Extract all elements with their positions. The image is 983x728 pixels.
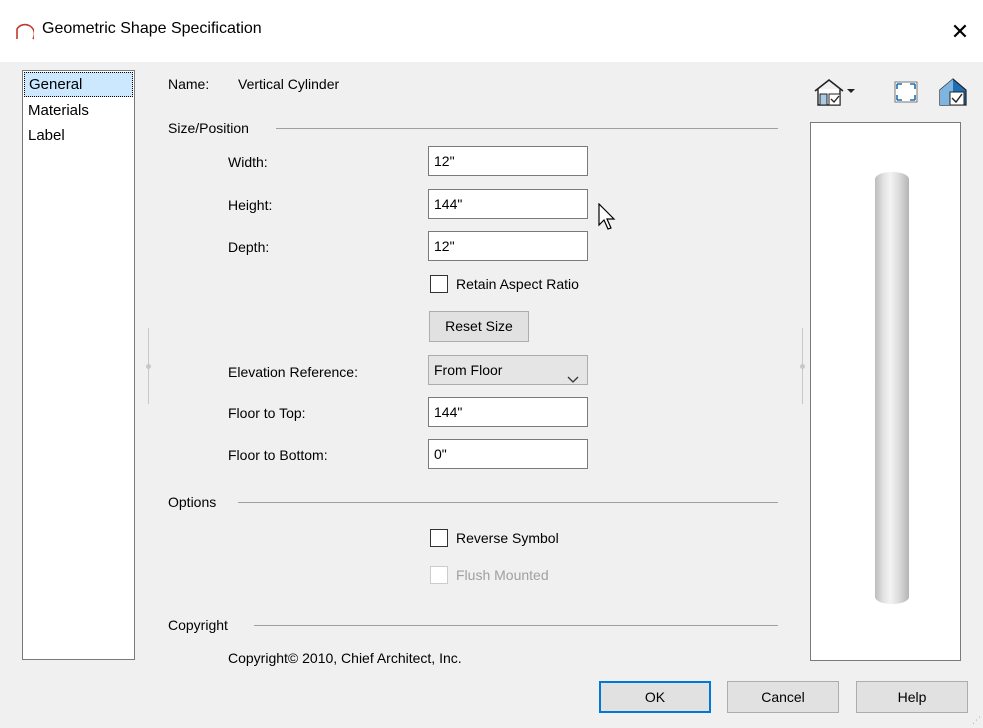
page-item-label[interactable]: Label <box>23 123 134 148</box>
ok-button[interactable]: OK <box>599 681 711 713</box>
width-label: Width: <box>228 154 268 170</box>
page-item-general[interactable]: General <box>24 72 133 97</box>
floor-to-top-field[interactable]: 144" <box>428 397 588 427</box>
page-item-materials[interactable]: Materials <box>23 98 134 123</box>
elevation-reference-select[interactable]: From Floor <box>428 355 588 385</box>
window-title: Geometric Shape Specification <box>42 20 262 37</box>
floor-to-top-label: Floor to Top: <box>228 405 306 421</box>
mouse-pointer-icon <box>598 202 618 234</box>
chevron-down-icon <box>567 365 579 393</box>
cancel-button[interactable]: Cancel <box>727 681 839 713</box>
render-view-icon <box>812 78 856 111</box>
elevation-reference-value: From Floor <box>434 362 503 378</box>
flush-mounted-checkbox <box>430 566 448 584</box>
preview-pane[interactable] <box>810 122 961 661</box>
elevation-reference-label: Elevation Reference: <box>228 364 358 380</box>
help-button[interactable]: Help <box>856 681 968 713</box>
geometric-shape-icon <box>14 20 36 43</box>
close-button[interactable]: ✕ <box>937 12 983 52</box>
depth-field[interactable]: 12" <box>428 231 588 261</box>
copyright-divider <box>254 625 778 626</box>
height-label: Height: <box>228 197 273 213</box>
reset-size-button[interactable]: Reset Size <box>429 311 529 342</box>
floor-to-bottom-label: Floor to Bottom: <box>228 447 328 463</box>
fill-window-icon <box>891 81 923 111</box>
size-position-heading: Size/Position <box>168 120 249 136</box>
resize-grip-icon[interactable]: ⋰ <box>972 715 981 726</box>
retain-aspect-label[interactable]: Retain Aspect Ratio <box>456 276 579 292</box>
options-divider <box>238 502 778 503</box>
copyright-heading: Copyright <box>168 617 228 633</box>
retain-aspect-checkbox[interactable] <box>430 275 448 293</box>
cylinder-preview <box>875 172 909 604</box>
fill-window-button[interactable] <box>891 76 923 108</box>
preview-mode-button[interactable] <box>937 76 969 108</box>
name-label: Name: <box>168 76 210 92</box>
close-icon: ✕ <box>950 19 970 44</box>
left-splitter-grip <box>146 364 151 369</box>
reverse-symbol-checkbox[interactable] <box>430 529 448 547</box>
page-list[interactable]: General Materials Label <box>22 70 135 660</box>
reverse-symbol-label[interactable]: Reverse Symbol <box>456 530 559 546</box>
floor-to-bottom-field[interactable]: 0" <box>428 439 588 469</box>
width-field[interactable]: 12" <box>428 146 588 176</box>
preview-mode-icon <box>937 78 971 111</box>
size-position-divider <box>276 128 778 129</box>
title-bar: Geometric Shape Specification ✕ <box>0 0 983 62</box>
flush-mounted-label: Flush Mounted <box>456 567 549 583</box>
render-view-button[interactable] <box>812 76 855 108</box>
height-field[interactable]: 144" <box>428 189 588 219</box>
options-heading: Options <box>168 494 217 510</box>
depth-label: Depth: <box>228 239 270 255</box>
copyright-text: Copyright© 2010, Chief Architect, Inc. <box>228 650 462 666</box>
name-value: Vertical Cylinder <box>238 76 340 92</box>
right-splitter-grip <box>800 364 805 369</box>
